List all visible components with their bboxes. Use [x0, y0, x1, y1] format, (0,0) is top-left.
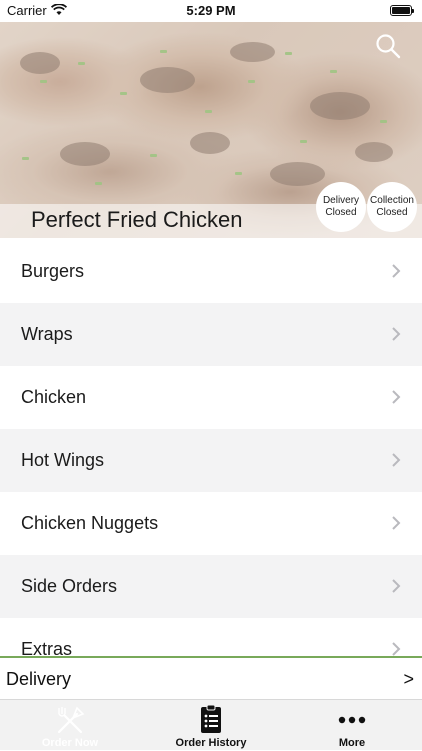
delivery-status-badge: Delivery Closed	[316, 182, 366, 232]
menu-item-hot-wings[interactable]: Hot Wings	[0, 429, 422, 492]
chevron-right-icon	[392, 453, 401, 467]
clipboard-list-icon	[201, 704, 221, 733]
order-type-bar[interactable]: Delivery >	[0, 656, 422, 699]
status-bar: Carrier 5:29 PM	[0, 0, 422, 22]
menu-item-label: Chicken Nuggets	[21, 513, 159, 533]
order-type-label: Delivery	[6, 669, 72, 689]
menu-item-wraps[interactable]: Wraps	[0, 303, 422, 366]
chevron-right-icon	[392, 642, 401, 656]
tab-label: Order Now	[41, 737, 99, 749]
menu-item-side-orders[interactable]: Side Orders	[0, 555, 422, 618]
restaurant-hero: Perfect Fried Chicken Delivery Closed Co…	[0, 22, 422, 238]
chevron-right-icon	[392, 264, 401, 278]
chevron-right-icon	[392, 390, 401, 404]
fork-knife-icon	[57, 706, 85, 734]
tab-label: More	[338, 737, 366, 749]
menu-category-list: Burgers Wraps Chicken Hot Wings Chicken …	[0, 240, 422, 681]
search-icon[interactable]	[374, 32, 402, 60]
menu-item-label: Chicken	[21, 387, 87, 407]
menu-item-chicken-nuggets[interactable]: Chicken Nuggets	[0, 492, 422, 555]
battery-icon	[390, 5, 414, 16]
menu-item-chicken[interactable]: Chicken	[0, 366, 422, 429]
chevron-right-icon: >	[403, 669, 414, 689]
chevron-right-icon	[392, 579, 401, 593]
tab-order-now[interactable]: Order Now	[0, 700, 140, 751]
menu-item-label: Wraps	[21, 324, 73, 344]
clock: 5:29 PM	[186, 3, 236, 18]
menu-item-burgers[interactable]: Burgers	[0, 240, 422, 303]
menu-item-label: Burgers	[21, 261, 85, 281]
menu-item-label: Side Orders	[21, 576, 118, 596]
tab-label: Order History	[175, 737, 247, 749]
restaurant-name: Perfect Fried Chicken	[31, 207, 243, 232]
tab-bar: Order Now Order History More	[0, 699, 422, 750]
tab-order-history[interactable]: Order History	[141, 700, 281, 751]
tab-more[interactable]: More	[282, 700, 422, 751]
chevron-right-icon	[392, 516, 401, 530]
more-dots-icon	[338, 716, 366, 724]
collection-status-badge: Collection Closed	[367, 182, 417, 232]
menu-item-label: Hot Wings	[21, 450, 105, 470]
chevron-right-icon	[392, 327, 401, 341]
